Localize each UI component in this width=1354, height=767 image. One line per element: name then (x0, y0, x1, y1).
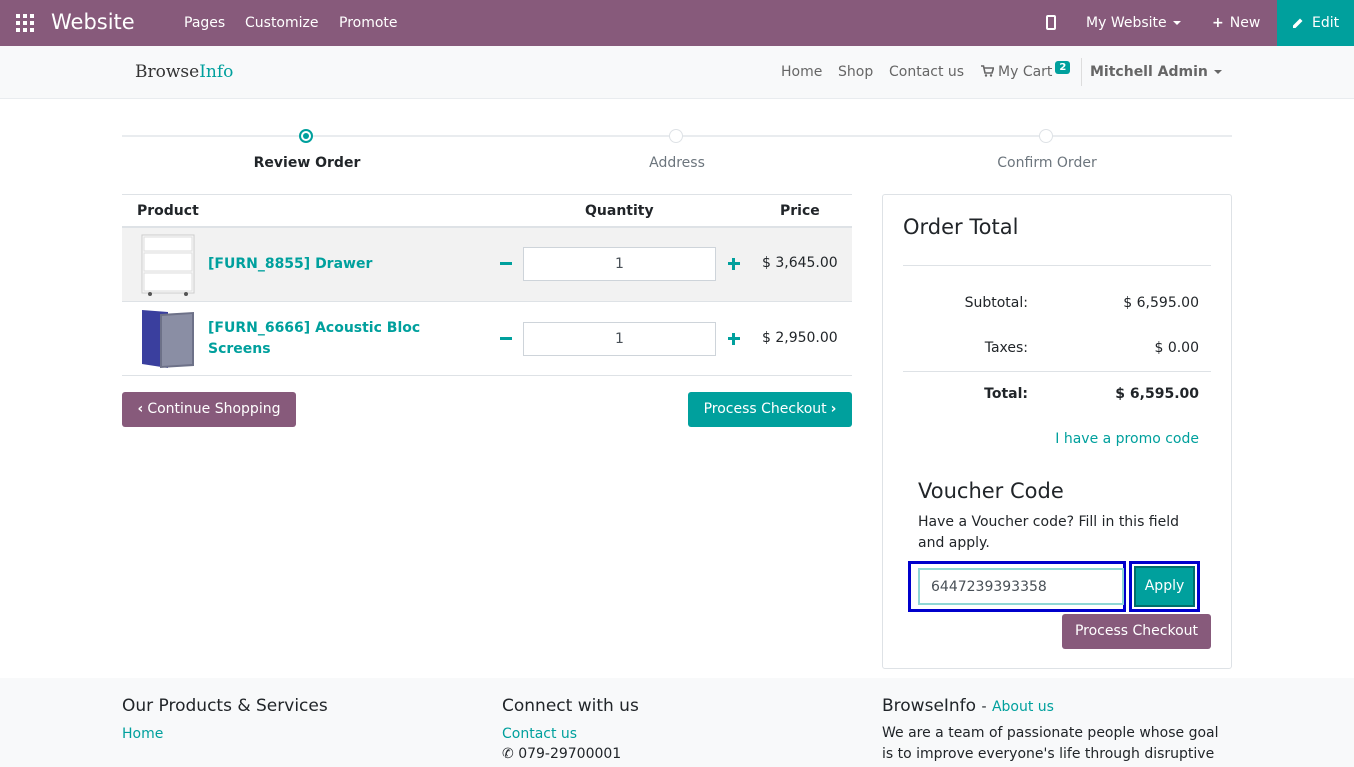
site-navbar: BrowseInfo Home Shop Contact us My Cart 2… (0, 46, 1354, 99)
nav-contact[interactable]: Contact us (889, 64, 964, 80)
chevron-left-icon: ‹ (137, 401, 144, 417)
menu-pages[interactable]: Pages (184, 15, 225, 31)
cart-label: My Cart (998, 64, 1053, 80)
phone-number: 079-29700001 (518, 746, 622, 762)
product-link[interactable]: [FURN_6666] Acoustic Bloc Screens (208, 318, 448, 360)
step-dot-confirm (1039, 129, 1053, 143)
nav-cart[interactable]: My Cart 2 (981, 61, 1071, 80)
footer-contact-link[interactable]: Contact us (502, 726, 577, 742)
header-price: Price (780, 203, 820, 219)
admin-bar: Website Pages Customize Promote My Websi… (0, 0, 1354, 46)
continue-shopping-label: Continue Shopping (147, 401, 281, 417)
user-menu[interactable]: Mitchell Admin (1090, 64, 1222, 80)
new-button[interactable]: + New (1212, 15, 1260, 31)
step-dot-address (669, 129, 683, 143)
table-row: [FURN_8855] Drawer $ 3,645.00 (122, 228, 852, 302)
logo-accent-text: Info (199, 62, 234, 82)
mobile-preview-icon[interactable] (1046, 15, 1056, 30)
site-logo[interactable]: BrowseInfo (135, 62, 233, 82)
apply-button[interactable]: Apply (1134, 566, 1195, 607)
step-review-order: Review Order (253, 155, 361, 171)
taxes-label: Taxes: (984, 340, 1028, 356)
admin-app-title[interactable]: Website (51, 10, 135, 34)
footer-connect-title: Connect with us (502, 696, 639, 716)
footer-about-link[interactable]: About us (992, 699, 1054, 715)
website-selector-label: My Website (1086, 15, 1167, 31)
step-address: Address (649, 155, 705, 171)
table-header: Product Quantity Price (122, 194, 852, 228)
header-quantity: Quantity (585, 203, 654, 219)
footer-company-name: BrowseInfo (882, 696, 977, 716)
process-checkout-label: Process Checkout (703, 401, 827, 417)
table-row: [FURN_6666] Acoustic Bloc Screens $ 2,95… (122, 302, 852, 376)
subtotal-label: Subtotal: (964, 295, 1028, 311)
quantity-input[interactable] (523, 322, 716, 356)
minus-icon[interactable] (500, 337, 512, 340)
divider (903, 371, 1211, 372)
total-label: Total: (984, 386, 1028, 402)
minus-icon[interactable] (500, 262, 512, 265)
plus-icon: + (1212, 15, 1224, 31)
product-price: $ 2,950.00 (762, 330, 838, 346)
subtotal-value: $ 6,595.00 (1123, 295, 1199, 311)
continue-shopping-button[interactable]: ‹ Continue Shopping (122, 392, 296, 427)
voucher-title: Voucher Code (918, 479, 1064, 503)
quantity-input[interactable] (523, 247, 716, 281)
cart-icon (981, 65, 995, 77)
order-total-card: Order Total Subtotal: $ 6,595.00 Taxes: … (882, 194, 1232, 669)
plus-icon[interactable] (728, 333, 740, 345)
footer-about: BrowseInfo - About us (882, 696, 1054, 716)
product-link[interactable]: [FURN_8855] Drawer (208, 254, 448, 275)
footer-home-link[interactable]: Home (122, 726, 163, 742)
divider (903, 265, 1211, 266)
new-label: New (1229, 15, 1261, 31)
user-name: Mitchell Admin (1090, 64, 1208, 80)
nav-home[interactable]: Home (781, 64, 822, 80)
step-dot-review (299, 129, 313, 143)
apps-grid-icon[interactable] (16, 14, 34, 32)
chevron-right-icon: › (830, 401, 837, 417)
phone-icon: ✆ (502, 746, 514, 762)
website-selector[interactable]: My Website (1086, 15, 1181, 31)
logo-text: Browse (135, 62, 200, 82)
process-checkout-button[interactable]: Process Checkout › (688, 392, 852, 427)
header-product: Product (137, 203, 199, 219)
taxes-value: $ 0.00 (1154, 340, 1199, 356)
menu-promote[interactable]: Promote (339, 15, 398, 31)
chevron-down-icon (1172, 21, 1181, 25)
edit-label: Edit (1312, 15, 1340, 31)
footer-phone: ✆ 079-29700001 (502, 744, 621, 765)
footer: Our Products & Services Home Connect wit… (0, 678, 1354, 767)
product-price: $ 3,645.00 (762, 255, 838, 271)
edit-button[interactable]: Edit (1277, 0, 1354, 46)
voucher-help-text: Have a Voucher code? Fill in this field … (918, 514, 1180, 551)
nav-shop[interactable]: Shop (838, 64, 873, 80)
cart-count-badge: 2 (1055, 61, 1071, 74)
voucher-code-input[interactable] (918, 568, 1124, 605)
acoustic-screens-image (142, 310, 194, 368)
process-checkout-button-secondary[interactable]: Process Checkout (1062, 614, 1211, 649)
menu-customize[interactable]: Customize (245, 15, 319, 31)
chevron-down-icon (1213, 70, 1222, 74)
plus-icon[interactable] (728, 258, 740, 270)
step-confirm-order: Confirm Order (997, 155, 1097, 171)
pencil-icon (1293, 18, 1303, 28)
nav-divider (1081, 58, 1082, 86)
drawer-image (141, 234, 195, 296)
order-total-title: Order Total (903, 215, 1019, 239)
footer-separator: - (981, 699, 987, 715)
promo-code-link[interactable]: I have a promo code (1055, 431, 1199, 447)
footer-about-text: We are a team of passionate people whose… (882, 725, 1219, 762)
footer-products-title: Our Products & Services (122, 696, 328, 716)
total-value: $ 6,595.00 (1115, 386, 1199, 402)
